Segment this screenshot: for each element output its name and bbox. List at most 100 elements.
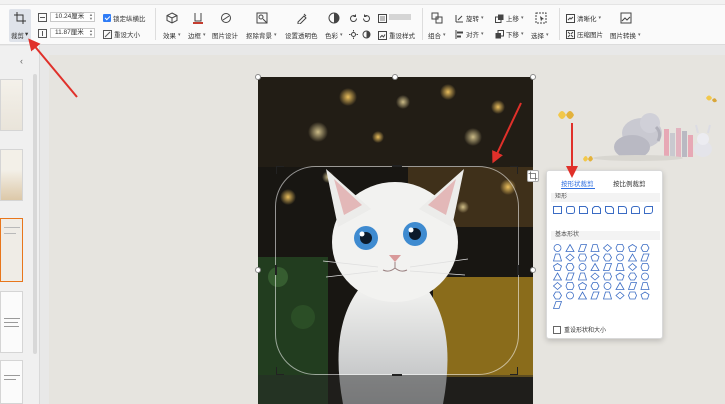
shape-option-icon[interactable] — [640, 291, 650, 300]
shape-option-icon[interactable] — [565, 253, 575, 262]
crop-handle-bottom-right[interactable] — [510, 367, 518, 375]
shape-option-icon[interactable] — [640, 253, 650, 262]
shape-option-icon[interactable] — [615, 272, 625, 281]
height-spinner[interactable]: ▲ ▼ — [89, 29, 93, 37]
remove-background-button[interactable]: 抠除背景 ▾ — [246, 30, 277, 40]
crop-handle-top-right[interactable] — [510, 166, 518, 174]
shape-option-icon[interactable] — [640, 263, 650, 271]
tab-crop-by-ratio[interactable]: 按比例裁剪 — [613, 178, 646, 188]
rotate-left-icon[interactable] — [349, 14, 358, 23]
image-convert-button[interactable]: 图片转换 ▾ — [610, 30, 641, 40]
crop-handle-left[interactable] — [275, 265, 277, 275]
shape-snip-two-corners-icon[interactable] — [592, 206, 601, 214]
set-transparent-button[interactable]: 设置透明色 — [285, 30, 318, 40]
clarify-button[interactable]: 清晰化 ▾ — [566, 13, 601, 23]
shape-round-corner-icon[interactable] — [618, 206, 627, 214]
shape-option-icon[interactable] — [566, 291, 574, 300]
shape-option-icon[interactable] — [577, 244, 588, 252]
shape-option-icon[interactable] — [565, 282, 575, 290]
shape-option-icon[interactable] — [603, 253, 612, 262]
crop-handle-right[interactable] — [517, 265, 519, 275]
basic-shapes-grid[interactable] — [553, 244, 653, 310]
resize-handle-top-right[interactable] — [530, 74, 536, 80]
shape-option-icon[interactable] — [615, 263, 625, 271]
shape-option-icon[interactable] — [603, 272, 612, 281]
slide-thumbnail[interactable] — [0, 291, 23, 353]
slide-thumbnail-selected[interactable] — [0, 218, 23, 282]
shape-option-icon[interactable] — [553, 263, 562, 271]
thumbnail-scrollbar[interactable] — [33, 74, 37, 354]
contrast-icon[interactable] — [362, 30, 371, 39]
shape-option-icon[interactable] — [627, 253, 638, 262]
shape-option-icon[interactable] — [640, 244, 650, 252]
shape-option-icon[interactable] — [615, 291, 625, 300]
crop-handle-bottom-left[interactable] — [276, 367, 284, 375]
width-field[interactable]: 10.24厘米 ▲ ▼ — [50, 12, 95, 22]
shape-option-icon[interactable] — [553, 272, 563, 281]
border-button[interactable]: 边框 ▾ — [188, 30, 206, 40]
shape-option-icon[interactable] — [602, 291, 613, 300]
lock-ratio-checkbox[interactable]: 锁定纵横比 — [103, 13, 146, 23]
shape-option-icon[interactable] — [615, 244, 625, 252]
shape-option-icon[interactable] — [590, 272, 600, 281]
image-quick-action-button[interactable] — [527, 170, 539, 182]
shape-option-icon[interactable] — [602, 263, 613, 271]
shape-option-icon[interactable] — [553, 301, 563, 309]
shape-option-icon[interactable] — [628, 272, 637, 281]
height-field[interactable]: 11.87厘米 ▲ ▼ — [50, 28, 95, 38]
resize-handle-right[interactable] — [530, 267, 536, 273]
send-backward-button[interactable]: 下移 ▾ — [495, 29, 524, 39]
shape-rounded-rectangle-icon[interactable] — [566, 206, 575, 214]
shape-option-icon[interactable] — [565, 263, 575, 271]
shape-option-icon[interactable] — [627, 262, 638, 272]
slide-thumbnail[interactable] — [0, 360, 23, 404]
shape-snip-corner-icon[interactable] — [579, 206, 588, 214]
reset-size-button[interactable]: 重设大小 — [103, 29, 140, 39]
crop-handle-top[interactable] — [392, 165, 402, 167]
chevron-left-icon[interactable]: ‹ — [20, 56, 23, 66]
resize-handle-top[interactable] — [392, 74, 398, 80]
shape-option-icon[interactable] — [590, 253, 600, 262]
shape-option-icon[interactable] — [590, 262, 600, 271]
compress-button[interactable]: 压缩图片 — [566, 29, 603, 39]
overlay-icon[interactable] — [378, 14, 387, 23]
shape-option-icon[interactable] — [628, 244, 637, 252]
shape-option-icon[interactable] — [616, 253, 624, 262]
shape-option-icon[interactable] — [641, 272, 649, 281]
color-button[interactable]: 色彩 ▾ — [325, 30, 343, 40]
shape-round-diagonal-icon[interactable] — [644, 206, 653, 214]
crop-handle-top-left[interactable] — [276, 166, 284, 174]
shape-option-icon[interactable] — [615, 281, 625, 290]
align-button[interactable]: 对齐 ▾ — [455, 29, 484, 39]
reset-style-button[interactable]: 重设样式 — [378, 30, 415, 40]
shape-option-icon[interactable] — [590, 291, 600, 300]
shape-option-icon[interactable] — [602, 244, 613, 253]
shape-option-icon[interactable] — [577, 291, 588, 300]
shape-option-icon[interactable] — [553, 291, 562, 300]
slide-thumbnail[interactable] — [0, 79, 23, 131]
resize-handle-top-left[interactable] — [255, 74, 261, 80]
shape-option-icon[interactable] — [640, 282, 650, 290]
resize-handle-left[interactable] — [255, 267, 261, 273]
shape-rectangle-icon[interactable] — [553, 206, 562, 214]
select-button[interactable]: 选择 ▾ — [531, 30, 549, 40]
effects-button[interactable]: 效果 ▾ — [163, 30, 181, 40]
width-spinner[interactable]: ▲ ▼ — [89, 13, 93, 21]
shape-option-icon[interactable] — [603, 282, 612, 290]
slide-thumbnail[interactable] — [0, 149, 23, 201]
rotate-right-icon[interactable] — [362, 14, 371, 23]
rotate-button[interactable]: 旋转 ▾ — [455, 13, 484, 23]
brightness-icon[interactable] — [349, 30, 358, 39]
shape-option-icon[interactable] — [578, 253, 587, 262]
crop-handle-bottom[interactable] — [392, 374, 402, 376]
shape-option-icon[interactable] — [553, 253, 563, 262]
tab-crop-by-shape[interactable]: 按形状裁剪 — [561, 178, 594, 188]
shape-option-icon[interactable] — [553, 244, 562, 252]
crop-button[interactable]: 裁剪 ▾ — [9, 9, 31, 42]
bring-forward-button[interactable]: 上移 ▾ — [495, 13, 524, 23]
shape-round-two-corners-icon[interactable] — [631, 206, 640, 214]
group-button[interactable]: 组合 ▾ — [428, 30, 446, 40]
shape-option-icon[interactable] — [590, 282, 600, 290]
shape-option-icon[interactable] — [628, 291, 637, 300]
image-design-button[interactable]: 图片设计 — [212, 30, 238, 40]
